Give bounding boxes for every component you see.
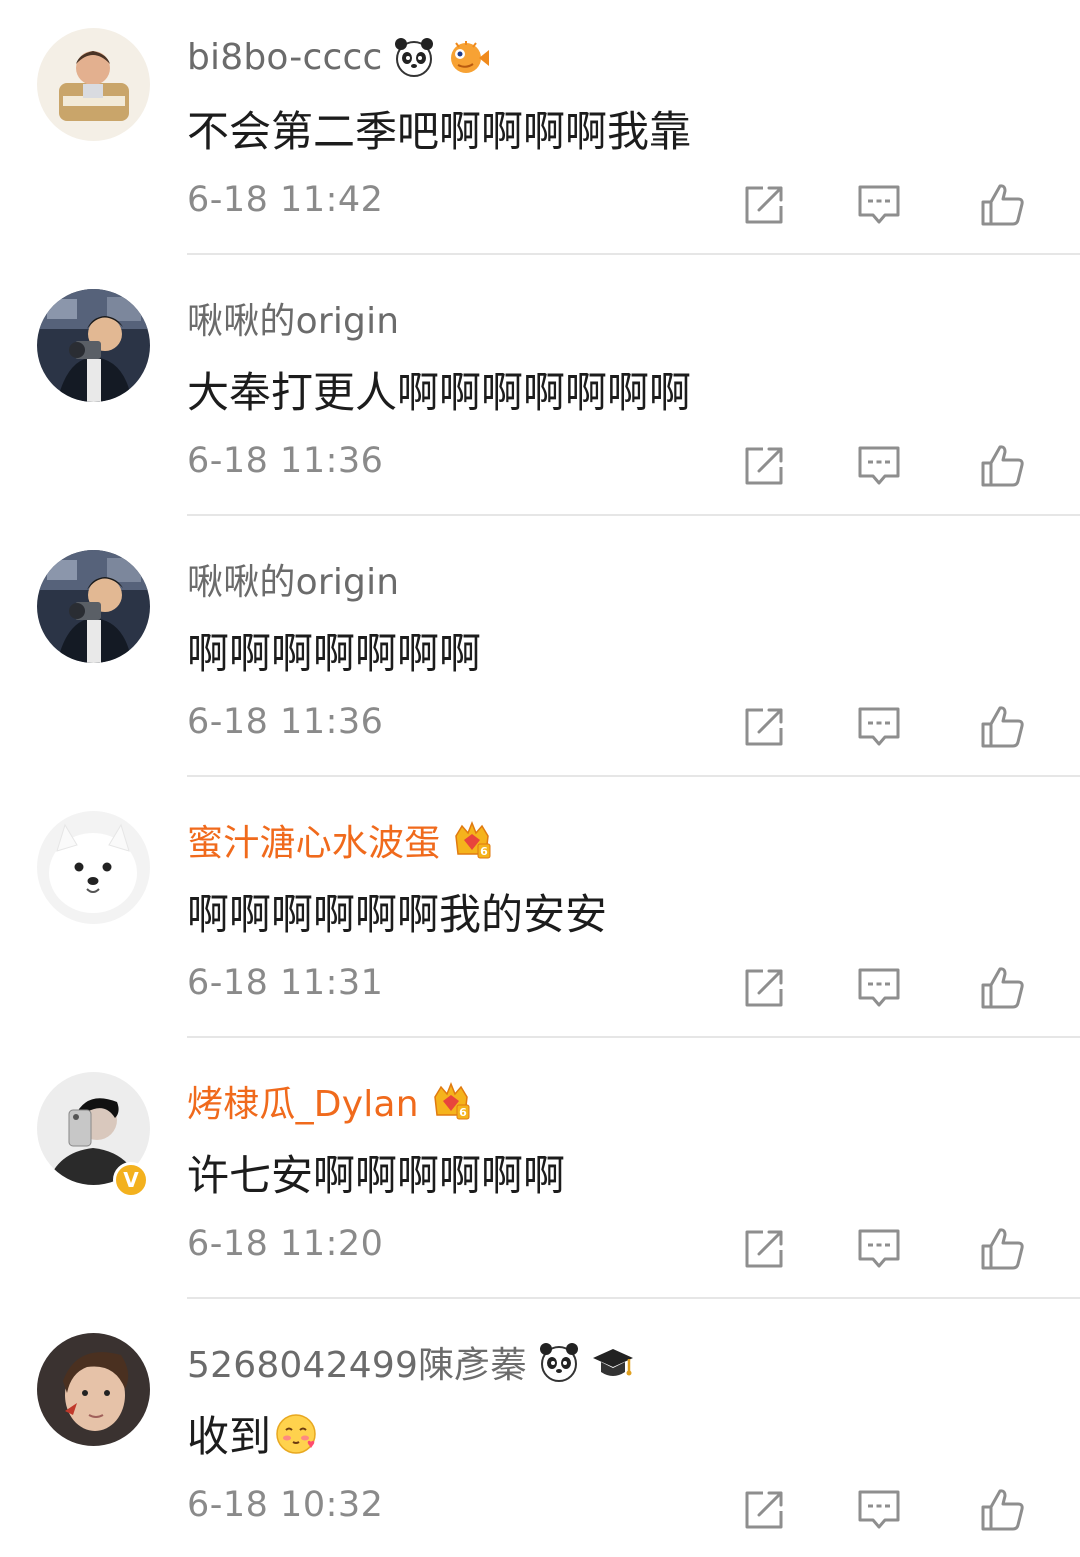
share-icon[interactable] (741, 1224, 789, 1272)
comment-item: 啾啾的origin 啊啊啊啊啊啊啊 6-18 11:36 (0, 522, 1080, 783)
svg-text:6: 6 (481, 845, 489, 858)
svg-text:6: 6 (459, 1106, 467, 1119)
username-row: 啾啾的origin (187, 292, 399, 344)
like-thumbs-up-icon[interactable] (978, 963, 1026, 1011)
username[interactable]: 啾啾的origin (187, 292, 399, 344)
comment-item: 蜜汁溏心水波蛋 6 啊啊啊啊啊啊我的安安 6-18 11:31 (0, 783, 1080, 1044)
panda-icon (392, 35, 436, 79)
comment-text: 不会第二季吧啊啊啊啊我靠 (187, 107, 692, 156)
vip-crown-6-icon: 6 (429, 1079, 473, 1123)
like-thumbs-up-icon[interactable] (978, 180, 1026, 228)
reply-comment-icon[interactable] (855, 1224, 903, 1272)
divider (187, 253, 1080, 255)
like-thumbs-up-icon[interactable] (978, 702, 1026, 750)
comment-text: 啊啊啊啊啊啊我的安安 (187, 890, 608, 939)
share-icon[interactable] (741, 180, 789, 228)
pufferfish-icon (446, 35, 490, 79)
comment-text: 许七安啊啊啊啊啊啊 (187, 1151, 566, 1200)
username[interactable]: 啾啾的origin (187, 553, 399, 605)
comment-item: 5268042499陳彥蓁 收到 6-18 10:32 (0, 1305, 1080, 1557)
username[interactable]: 烤棣瓜_Dylan (187, 1075, 419, 1127)
reply-comment-icon[interactable] (855, 441, 903, 489)
avatar[interactable] (37, 1333, 150, 1446)
comment-text: 啊啊啊啊啊啊啊 (187, 629, 482, 678)
reply-comment-icon[interactable] (855, 702, 903, 750)
share-icon[interactable] (741, 963, 789, 1011)
share-icon[interactable] (741, 441, 789, 489)
reply-comment-icon[interactable] (855, 1485, 903, 1533)
comment-text: 收到 (187, 1403, 319, 1464)
avatar[interactable] (37, 289, 150, 402)
share-icon[interactable] (741, 702, 789, 750)
avatar[interactable] (37, 550, 150, 663)
comment-text: 大奉打更人啊啊啊啊啊啊啊 (187, 368, 692, 417)
timestamp: 6-18 11:31 (187, 963, 384, 1003)
timestamp: 6-18 11:36 (187, 702, 384, 742)
username[interactable]: 蜜汁溏心水波蛋 (187, 814, 440, 866)
panda-icon (537, 1340, 581, 1384)
username[interactable]: 5268042499陳彥蓁 (187, 1336, 527, 1388)
shy-face-emoji-icon (273, 1411, 319, 1457)
username-row: 烤棣瓜_Dylan 6 (187, 1075, 473, 1127)
username-row: 5268042499陳彥蓁 (187, 1336, 635, 1388)
timestamp: 6-18 11:36 (187, 441, 384, 481)
divider (187, 775, 1080, 777)
vip-crown-6-icon: 6 (450, 818, 494, 862)
divider (187, 514, 1080, 516)
comment-item: 啾啾的origin 大奉打更人啊啊啊啊啊啊啊 6-18 11:36 (0, 261, 1080, 522)
divider (187, 1036, 1080, 1038)
graduation-cap-icon (591, 1340, 635, 1384)
avatar[interactable] (37, 811, 150, 924)
username[interactable]: bi8bo-cccc (187, 37, 382, 78)
share-icon[interactable] (741, 1485, 789, 1533)
username-row: 蜜汁溏心水波蛋 6 (187, 814, 494, 866)
timestamp: 6-18 11:42 (187, 180, 384, 220)
like-thumbs-up-icon[interactable] (978, 1485, 1026, 1533)
divider (187, 1297, 1080, 1299)
like-thumbs-up-icon[interactable] (978, 441, 1026, 489)
comment-item: V 烤棣瓜_Dylan 6 许七安啊啊啊啊啊啊 6-18 11:20 (0, 1044, 1080, 1305)
comment-list: bi8bo-cccc 不会第二季吧啊啊啊啊我靠 6-18 11:42 啾啾的or… (0, 0, 1080, 1557)
timestamp: 6-18 10:32 (187, 1485, 384, 1525)
reply-comment-icon[interactable] (855, 180, 903, 228)
timestamp: 6-18 11:20 (187, 1224, 384, 1264)
username-row: bi8bo-cccc (187, 34, 490, 80)
reply-comment-icon[interactable] (855, 963, 903, 1011)
username-row: 啾啾的origin (187, 553, 399, 605)
comment-item: bi8bo-cccc 不会第二季吧啊啊啊啊我靠 6-18 11:42 (0, 0, 1080, 261)
like-thumbs-up-icon[interactable] (978, 1224, 1026, 1272)
comment-text-content: 收到 (187, 1412, 272, 1461)
verified-badge-icon: V (113, 1162, 149, 1198)
avatar[interactable] (37, 28, 150, 141)
